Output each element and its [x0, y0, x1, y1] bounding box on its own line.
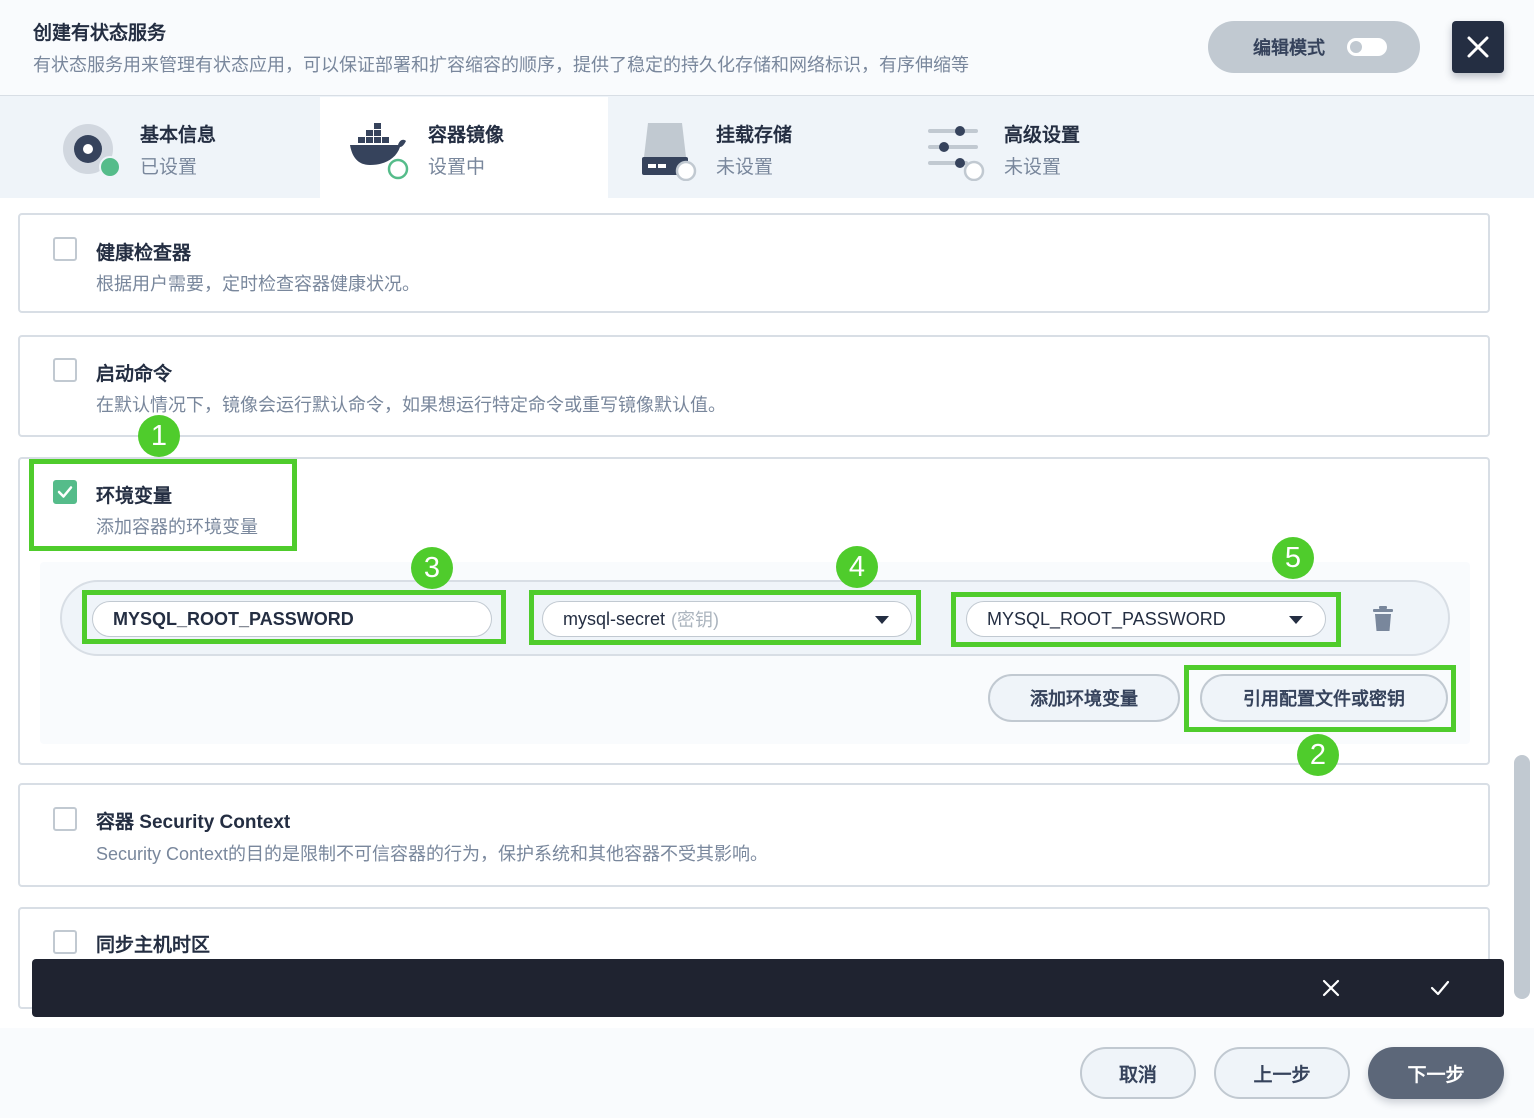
env-row: mysql-secret (密钥) MYSQL_ROOT_PASSWORD — [60, 580, 1450, 656]
panel-startup-command: 启动命令 在默认情况下，镜像会运行默认命令，如果想运行特定命令或重写镜像默认值。 — [18, 335, 1490, 437]
cancel-edit-icon[interactable] — [1319, 976, 1343, 1000]
panel-health-check: 健康检查器 根据用户需要，定时检查容器健康状况。 — [18, 213, 1490, 313]
close-button[interactable] — [1452, 21, 1504, 73]
env-key-select[interactable]: MYSQL_ROOT_PASSWORD — [966, 601, 1326, 637]
panel-security-context: 容器 Security Context Security Context的目的是… — [18, 783, 1490, 887]
panel-description: 根据用户需要，定时检查容器健康状况。 — [96, 274, 420, 294]
edit-mode-toggle[interactable] — [1347, 38, 1387, 56]
panel-description: 在默认情况下，镜像会运行默认命令，如果想运行特定命令或重写镜像默认值。 — [96, 395, 726, 415]
cancel-button[interactable]: 取消 — [1080, 1047, 1196, 1099]
panel-description: 添加容器的环境变量 — [96, 517, 258, 537]
form-content: 健康检查器 根据用户需要，定时检查容器健康状况。 启动命令 在默认情况下，镜像会… — [0, 198, 1534, 1028]
step-container-image[interactable]: 容器镜像 设置中 — [320, 97, 608, 198]
annotation-badge-2: 2 — [1297, 734, 1339, 776]
step-advanced-settings[interactable]: 高级设置 未设置 — [896, 97, 1184, 198]
modal-description: 有状态服务用来管理有状态应用，可以保证部署和扩容缩容的顺序，提供了稳定的持久化存… — [33, 55, 969, 75]
env-editor: mysql-secret (密钥) MYSQL_ROOT_PASSWORD 添加… — [40, 562, 1470, 744]
step-status: 未设置 — [716, 157, 774, 178]
panel-description: Security Context的目的是限制不可信容器的行为，保护系统和其他容器… — [96, 844, 769, 864]
annotation-badge-1: 1 — [138, 415, 180, 457]
step-status: 已设置 — [140, 157, 198, 178]
toggle-knob — [1348, 39, 1364, 55]
caret-down-icon — [875, 616, 889, 624]
edit-mode-button[interactable]: 编辑模式 — [1208, 21, 1420, 73]
confirm-edit-icon[interactable] — [1428, 976, 1452, 1000]
security-context-checkbox[interactable] — [53, 807, 77, 831]
modal-title: 创建有状态服务 — [33, 23, 167, 44]
disc-icon — [63, 124, 121, 178]
panel-title: 环境变量 — [96, 486, 173, 507]
scrollbar[interactable] — [1514, 755, 1530, 999]
source-type-hint: (密钥) — [671, 610, 720, 630]
source-value: mysql-secret — [563, 608, 666, 629]
trash-icon[interactable] — [1372, 606, 1394, 632]
annotation-badge-5: 5 — [1272, 537, 1314, 579]
next-step-button[interactable]: 下一步 — [1368, 1047, 1504, 1099]
sync-timezone-checkbox[interactable] — [53, 930, 77, 954]
ref-config-or-secret-button[interactable]: 引用配置文件或密钥 — [1200, 674, 1448, 722]
step-status: 设置中 — [428, 157, 486, 178]
step-mount-storage[interactable]: 挂载存储 未设置 — [608, 97, 896, 198]
modal-footer: 取消 上一步 下一步 — [0, 1028, 1534, 1118]
previous-step-button[interactable]: 上一步 — [1214, 1047, 1350, 1099]
env-source-select[interactable]: mysql-secret (密钥) — [542, 601, 912, 637]
docker-icon — [350, 123, 409, 180]
panel-env-vars: 环境变量 添加容器的环境变量 mysql-secret (密钥) MYSQL_R… — [18, 457, 1490, 765]
step-navigation: 基本信息 已设置 容器镜像 设置中 挂载存储 未设置 高级设置 未设置 — [0, 97, 1534, 198]
sliders-icon — [928, 126, 985, 181]
close-icon — [1467, 36, 1489, 58]
edit-mode-label: 编辑模式 — [1253, 38, 1325, 58]
step-title: 挂载存储 — [716, 125, 793, 146]
health-check-checkbox[interactable] — [53, 237, 77, 261]
panel-title: 启动命令 — [96, 364, 173, 385]
annotation-badge-4: 4 — [836, 546, 878, 588]
step-status: 未设置 — [1004, 157, 1062, 178]
panel-title: 同步主机时区 — [96, 935, 211, 956]
env-vars-checkbox[interactable] — [53, 480, 77, 504]
startup-command-checkbox[interactable] — [53, 358, 77, 382]
add-env-var-button[interactable]: 添加环境变量 — [988, 674, 1180, 722]
panel-title: 健康检查器 — [96, 243, 192, 264]
step-title: 基本信息 — [140, 125, 217, 146]
step-basic-info[interactable]: 基本信息 已设置 — [32, 97, 320, 198]
key-value: MYSQL_ROOT_PASSWORD — [987, 608, 1226, 629]
modal-header: 创建有状态服务 有状态服务用来管理有状态应用，可以保证部署和扩容缩容的顺序，提供… — [0, 0, 1534, 96]
caret-down-icon — [1289, 616, 1303, 624]
env-name-input[interactable] — [92, 601, 492, 637]
step-title: 高级设置 — [1004, 125, 1081, 146]
annotation-badge-3: 3 — [411, 547, 453, 589]
edit-confirm-bar — [32, 959, 1504, 1017]
panel-title: 容器 Security Context — [96, 812, 291, 833]
storage-icon — [642, 123, 697, 181]
check-icon — [57, 486, 73, 498]
step-title: 容器镜像 — [428, 125, 505, 146]
